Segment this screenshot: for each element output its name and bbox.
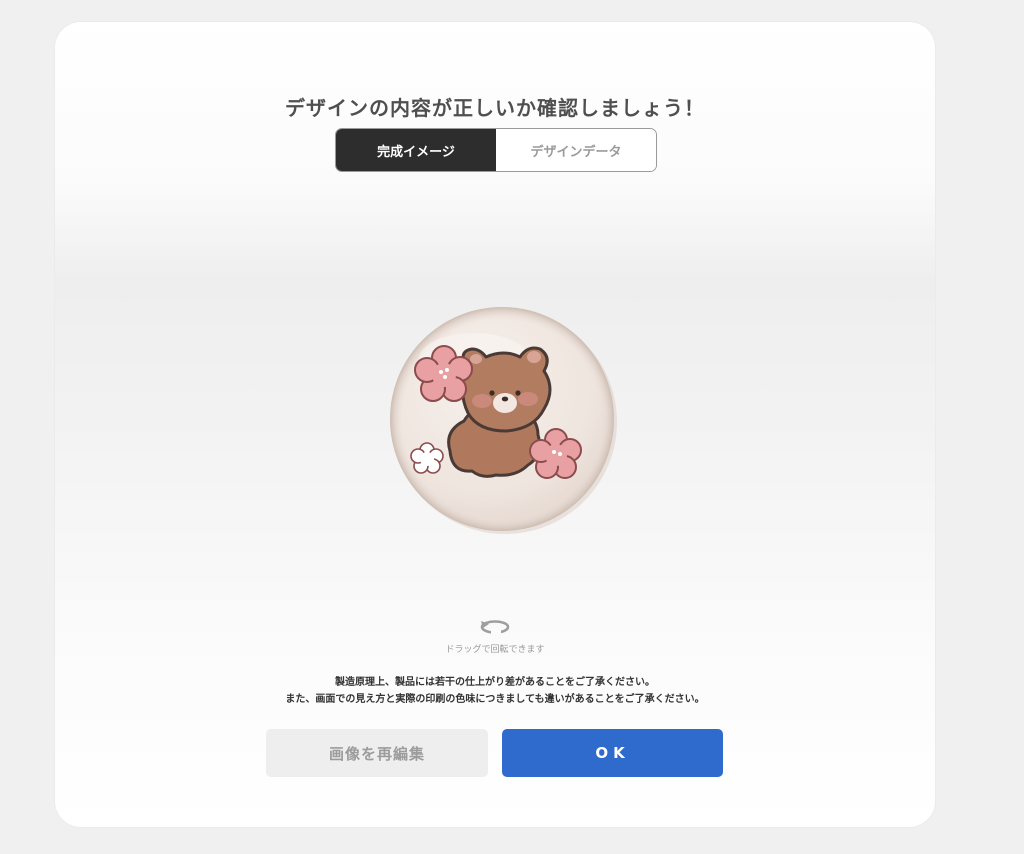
- ok-button[interactable]: OK: [502, 729, 723, 777]
- rotate-icon: [480, 620, 510, 634]
- view-tabs: 完成イメージ デザインデータ: [335, 128, 657, 172]
- tab-design-data[interactable]: デザインデータ: [496, 129, 656, 171]
- confirm-dialog: デザインの内容が正しいか確認しましょう！ 完成イメージ デザインデータ ドラッグ…: [55, 22, 935, 827]
- can-badge-image[interactable]: [388, 305, 618, 535]
- rotate-hint-text: ドラッグで回転できます: [445, 645, 545, 655]
- badge-preview[interactable]: [388, 305, 618, 535]
- notice-line-2: また、画面での見え方と実際の印刷の色味につきましても違いがあることをご了承くださ…: [285, 694, 705, 705]
- notice-text: 製造原理上、製品には若干の仕上がり差があることをご了承ください。 また、画面での…: [55, 674, 935, 708]
- dialog-title: デザインの内容が正しいか確認しましょう！: [285, 96, 705, 120]
- re-edit-image-button[interactable]: 画像を再編集: [266, 729, 488, 777]
- rotate-hint-area: ドラッグで回転できます: [55, 616, 935, 655]
- tab-finished-image[interactable]: 完成イメージ: [336, 129, 496, 171]
- notice-line-1: 製造原理上、製品には若干の仕上がり差があることをご了承ください。: [335, 677, 655, 688]
